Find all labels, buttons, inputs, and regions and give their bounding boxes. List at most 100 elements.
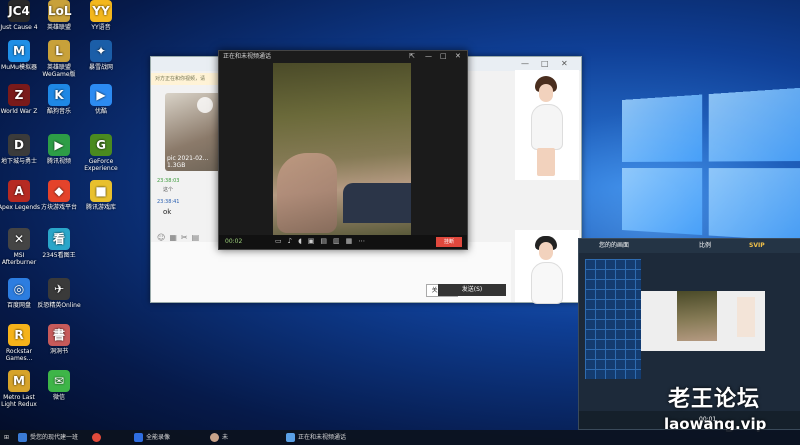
live-desktop-preview (585, 259, 641, 379)
taskbar-item-2[interactable]: 全能录像 (134, 432, 170, 443)
desktop-icon-label: 反恐精英Online (37, 302, 81, 309)
message-text-1: 这个 (163, 187, 174, 193)
desktop-icon-label: World War Z (0, 108, 38, 115)
app-icon: M (8, 40, 30, 62)
video-call-window[interactable]: 正在和未视频通话 ⇱ — □ ✕ 00:02 ▭♪◖▣▤▥▦⋯ 挂断 (218, 50, 468, 250)
live-mode[interactable]: 比例 (699, 239, 711, 253)
app-icon: K (48, 84, 70, 106)
file-name: pic 2021-02... (167, 155, 209, 162)
app-icon: ◎ (8, 278, 30, 300)
message-text-2: ok (163, 208, 172, 216)
svip-badge: SVIP (749, 242, 765, 249)
close-icon[interactable]: ✕ (455, 52, 461, 60)
desktop-icon-label: 英雄联盟WeGame版 (42, 64, 76, 78)
desktop-icon-label: 暴雪战网 (88, 64, 113, 71)
pin-icon[interactable]: ⇱ (409, 52, 415, 60)
desktop-icon[interactable]: ▶ 腾讯视频 (36, 134, 82, 165)
maximize-icon[interactable]: □ (440, 52, 447, 60)
desktop-icon[interactable]: ✦ 暴雪战网 (78, 40, 124, 71)
desktop-icon-label: MuMu模拟器 (1, 64, 37, 71)
close-icon[interactable]: ✕ (561, 59, 568, 68)
desktop-icon-label: YY语音 (91, 24, 111, 31)
app-icon: YY (90, 0, 112, 22)
remote-video (273, 63, 411, 235)
desktop-icon[interactable]: ■ 腾讯游戏库 (78, 180, 124, 211)
live-header: 您的的画面 比例 SVIP (579, 239, 800, 253)
maximize-icon[interactable]: □ (541, 59, 549, 68)
desktop-icon[interactable]: K 酷狗音乐 (36, 84, 82, 115)
live-chat-preview (641, 291, 765, 351)
app-icon: JC4 (8, 0, 30, 22)
desktop-icon-label: 百度网盘 (6, 302, 31, 309)
app-icon: M (8, 370, 30, 392)
call-controls: 00:02 ▭♪◖▣▤▥▦⋯ 挂断 (219, 235, 467, 249)
desktop-icon[interactable]: G GeForce Experience (78, 134, 124, 172)
app-icon: ✉ (48, 370, 70, 392)
desktop-icon-label: 英雄联盟 (46, 24, 71, 31)
app-icon: ✦ (90, 40, 112, 62)
file-size: 1.3GB (167, 162, 186, 169)
desktop-icon-label: 地下城与勇士 (0, 158, 37, 165)
desktop-icon-label: Metro Last Light Redux (1, 394, 37, 408)
desktop-icon-label: Rockstar Games... (5, 348, 33, 362)
chat-toolbar[interactable]: ☺▦✂▤ (157, 233, 203, 242)
taskbar-browser-icon[interactable] (92, 432, 104, 443)
app-icon: L (48, 40, 70, 62)
avatar-male (515, 230, 579, 304)
desktop-icon[interactable]: 書洞洞书 (36, 324, 82, 355)
app-icon: LoL (48, 0, 72, 22)
desktop-icon-label: 洞洞书 (49, 348, 68, 355)
desktop-icon-label: 微信 (52, 394, 65, 401)
desktop-icon[interactable]: LoL 英雄联盟 (36, 0, 82, 31)
minimize-icon[interactable]: — (425, 52, 432, 60)
app-icon: 書 (48, 324, 70, 346)
message-time-2: 23:38:41 (157, 199, 180, 205)
app-icon: ■ (90, 180, 112, 202)
desktop-icon-label: Just Cause 4 (0, 24, 38, 31)
desktop-icon-label: MSI Afterburner (1, 252, 37, 266)
app-icon: ▶ (90, 84, 112, 106)
taskbar: ⊞ 受您的现代建一班 全能录像 未 正在和未视频通话 (0, 430, 800, 445)
desktop-icon-label: GeForce Experience (84, 158, 118, 172)
call-tools[interactable]: ▭♪◖▣▤▥▦⋯ (275, 237, 371, 245)
desktop-icon-label: 优酷 (94, 108, 107, 115)
desktop-icon-label: 方块游戏平台 (40, 204, 77, 211)
start-button[interactable]: ⊞ (4, 432, 9, 443)
app-icon: ▶ (48, 134, 70, 156)
desktop-icon[interactable]: ▶ 优酷 (78, 84, 124, 115)
video-call-title: 正在和未视频通话 (223, 53, 272, 60)
app-icon: Z (8, 84, 30, 106)
app-icon: ◆ (48, 180, 70, 202)
live-title: 您的的画面 (599, 242, 630, 249)
app-icon: D (8, 134, 30, 156)
send-button[interactable]: 发送(S) (438, 284, 506, 296)
desktop-icon-label: 酷狗音乐 (46, 108, 71, 115)
desktop-icon[interactable]: 看 2345看图王 (36, 228, 82, 259)
desktop-icon[interactable]: ✈ 反恐精英Online (36, 278, 82, 309)
hangup-button[interactable]: 挂断 (436, 237, 462, 247)
desktop-icon[interactable]: ✉ 微信 (36, 370, 82, 401)
taskbar-item-3[interactable]: 未 (210, 432, 228, 443)
video-file-thumbnail[interactable]: pic 2021-02... 1.3GB (165, 93, 225, 171)
desktop-icon-label: 腾讯游戏库 (85, 204, 116, 211)
app-icon: 看 (48, 228, 70, 250)
call-timer: 00:02 (225, 238, 243, 245)
desktop-icon-label: 腾讯视频 (46, 158, 71, 165)
app-icon: A (8, 180, 30, 202)
message-time-1: 23:38:03 (157, 178, 180, 184)
desktop-icon-label: 2345看图王 (42, 252, 76, 259)
play-icon[interactable] (197, 97, 213, 113)
taskbar-item-4[interactable]: 正在和未视频通话 (286, 432, 346, 443)
desktop-icon-label: Apex Legends (0, 204, 41, 211)
desktop-icon[interactable]: L 英雄联盟WeGame版 (36, 40, 82, 78)
app-icon: R (8, 324, 30, 346)
desktop-icon[interactable]: YY YY语音 (78, 0, 124, 31)
minimize-icon[interactable]: — (521, 59, 529, 68)
app-icon: G (90, 134, 112, 156)
windows-logo (622, 87, 800, 248)
app-icon: ✈ (48, 278, 70, 300)
taskbar-item-1[interactable]: 受您的现代建一班 (18, 432, 78, 443)
watermark-cn: 老王论坛 (668, 386, 761, 412)
app-icon: ✕ (8, 228, 30, 250)
desktop-icon[interactable]: ◆ 方块游戏平台 (36, 180, 82, 211)
